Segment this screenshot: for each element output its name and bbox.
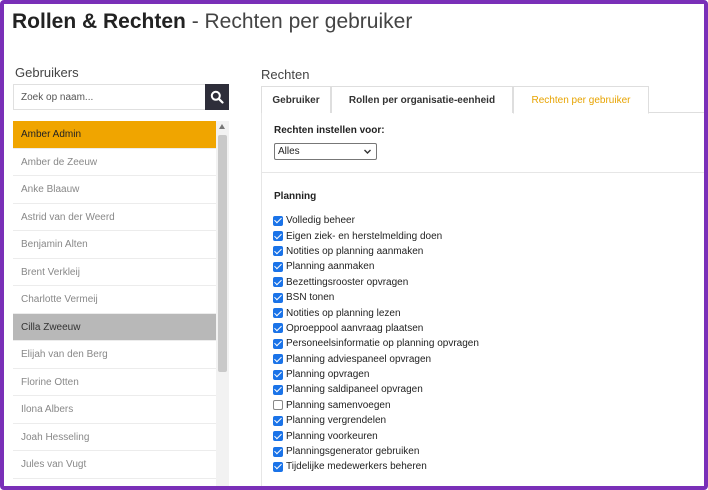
- user-list: Amber Admin Amber de Zeeuw Anke Blaauw Astr…: [13, 121, 216, 486]
- user-list-item[interactable]: Amber de Zeeuw: [13, 149, 216, 176]
- permission-label: Bezettingsrooster opvragen: [286, 276, 409, 288]
- user-list-item[interactable]: Charlotte Vermeij: [13, 286, 216, 314]
- permission-label: Planning voorkeuren: [286, 430, 378, 442]
- permission-item: Bezettingsrooster opvragen: [273, 275, 693, 290]
- permission-item: BSN tonen: [273, 290, 693, 305]
- permission-item: Planning opvragen: [273, 367, 693, 382]
- user-list-item[interactable]: Florine Otten: [13, 369, 216, 396]
- permission-checkbox[interactable]: [273, 461, 283, 472]
- permission-item: Personeelsinformatie op planning opvrage…: [273, 336, 693, 351]
- page-title-main: Rollen & Rechten: [12, 10, 186, 33]
- user-list-item[interactable]: Brent Verkleij: [13, 259, 216, 286]
- user-search: [13, 84, 229, 110]
- permission-checkbox[interactable]: [273, 369, 283, 380]
- permission-checkbox[interactable]: [273, 431, 283, 442]
- permission-item: Planningsgenerator gebruiken: [273, 444, 693, 459]
- permission-item: Tijdelijke medewerkers beheren: [273, 459, 693, 474]
- rights-tabs: Gebruiker Rollen per organisatie-eenheid…: [261, 86, 704, 114]
- permission-item: Eigen ziek- en herstelmelding doen: [273, 228, 693, 243]
- permission-label: Planning opvragen: [286, 369, 370, 381]
- user-search-input[interactable]: [13, 84, 205, 110]
- user-list-item[interactable]: Anke Blaauw: [13, 176, 216, 204]
- permission-checkbox[interactable]: [273, 354, 283, 365]
- permission-checkbox[interactable]: [273, 384, 283, 395]
- permission-label: Eigen ziek- en herstelmelding doen: [286, 230, 443, 242]
- permission-label: Oproeppool aanvraag plaatsen: [286, 322, 424, 334]
- permission-checkbox[interactable]: [273, 231, 283, 242]
- permission-label: Planning adviespaneel opvragen: [286, 353, 432, 365]
- tab-rechten-per-gebruiker[interactable]: Rechten per gebruiker: [513, 86, 649, 114]
- permission-item: Oproeppool aanvraag plaatsen: [273, 321, 693, 336]
- section-divider: [262, 172, 704, 173]
- permission-checkbox[interactable]: [273, 261, 283, 272]
- user-list-item[interactable]: Benjamin Alten: [13, 231, 216, 259]
- permission-checkbox[interactable]: [273, 246, 283, 257]
- permission-item: Notities op planning aanmaken: [273, 244, 693, 259]
- permission-label: Volledig beheer: [286, 215, 355, 227]
- user-list-item[interactable]: Astrid van der Weerd: [13, 204, 216, 231]
- user-list-item[interactable]: Cilla Zweeuw: [13, 313, 216, 341]
- user-list-item[interactable]: Ilona Albers: [13, 396, 216, 424]
- permission-label: Notities op planning aanmaken: [286, 245, 424, 257]
- permission-checkbox[interactable]: [273, 323, 283, 334]
- scroll-up-icon[interactable]: [219, 124, 225, 129]
- permission-item: Notities op planning lezen: [273, 305, 693, 320]
- rights-scope-select[interactable]: Alles: [274, 143, 377, 160]
- permission-checkbox[interactable]: [273, 338, 283, 349]
- permission-label: Planning saldipaneel opvragen: [286, 384, 423, 396]
- search-icon: [210, 90, 224, 104]
- permission-label: Planning samenvoegen: [286, 399, 391, 411]
- permission-checkbox[interactable]: [273, 415, 283, 426]
- permission-label: Personeelsinformatie op planning opvrage…: [286, 338, 479, 350]
- user-list-scrollbar[interactable]: [216, 121, 229, 486]
- permission-label: Planningsgenerator gebruiken: [286, 446, 420, 458]
- permission-checkbox[interactable]: [273, 446, 283, 457]
- permission-label: Notities op planning lezen: [286, 307, 401, 319]
- permission-item: Planning saldipaneel opvragen: [273, 382, 693, 397]
- permission-list: Volledig beheer Eigen ziek- en herstelmel…: [273, 213, 693, 486]
- permission-item: Planning adviespaneel opvragen: [273, 352, 693, 367]
- permission-label: Tijdelijke medewerkers beheren: [286, 461, 427, 473]
- permission-label: Planning aanmaken: [286, 261, 375, 273]
- permission-checkbox[interactable]: [273, 308, 283, 319]
- rights-set-for-label: Rechten instellen voor:: [274, 125, 385, 136]
- rights-panel: Rechten instellen voor: Alles Planning V…: [261, 113, 704, 486]
- user-list-item[interactable]: Amber Admin: [13, 121, 216, 149]
- chevron-down-icon: [364, 149, 371, 154]
- permission-checkbox[interactable]: [273, 292, 283, 303]
- permission-item: Volledig beheer: [273, 213, 693, 228]
- permission-checkbox[interactable]: [273, 277, 283, 288]
- rights-scope-value: Alles: [278, 146, 300, 157]
- permission-item: Planning aanmaken: [273, 259, 693, 274]
- rights-heading: Rechten: [261, 67, 310, 82]
- tab-gebruiker[interactable]: Gebruiker: [261, 86, 331, 113]
- scrollbar-thumb[interactable]: [218, 135, 227, 372]
- tab-rollen-per-organisatie-eenheid[interactable]: Rollen per organisatie-eenheid: [331, 86, 513, 113]
- section-title-planning: Planning: [274, 191, 317, 202]
- permission-checkbox[interactable]: [273, 215, 283, 226]
- user-list-item[interactable]: Joah Hesseling: [13, 424, 216, 451]
- user-list-item[interactable]: Jules van Vugt: [13, 451, 216, 479]
- permission-label: Planning vergrendelen: [286, 415, 387, 427]
- permission-item: Planning vergrendelen: [273, 413, 693, 428]
- permission-item: Planning voorkeuren: [273, 428, 693, 443]
- users-heading: Gebruikers: [15, 65, 79, 80]
- permission-item: Planning samenvoegen: [273, 398, 693, 413]
- search-button[interactable]: [205, 84, 229, 110]
- page-title-sub: - Rechten per gebruiker: [185, 10, 413, 33]
- user-list-item[interactable]: Elijah van den Berg: [13, 341, 216, 369]
- app-frame: Rollen & Rechten - Rechten per gebruiker…: [0, 0, 708, 490]
- page-title: Rollen & Rechten - Rechten per gebruiker: [12, 10, 412, 34]
- permission-checkbox[interactable]: [273, 400, 283, 411]
- permission-label: BSN tonen: [286, 292, 335, 304]
